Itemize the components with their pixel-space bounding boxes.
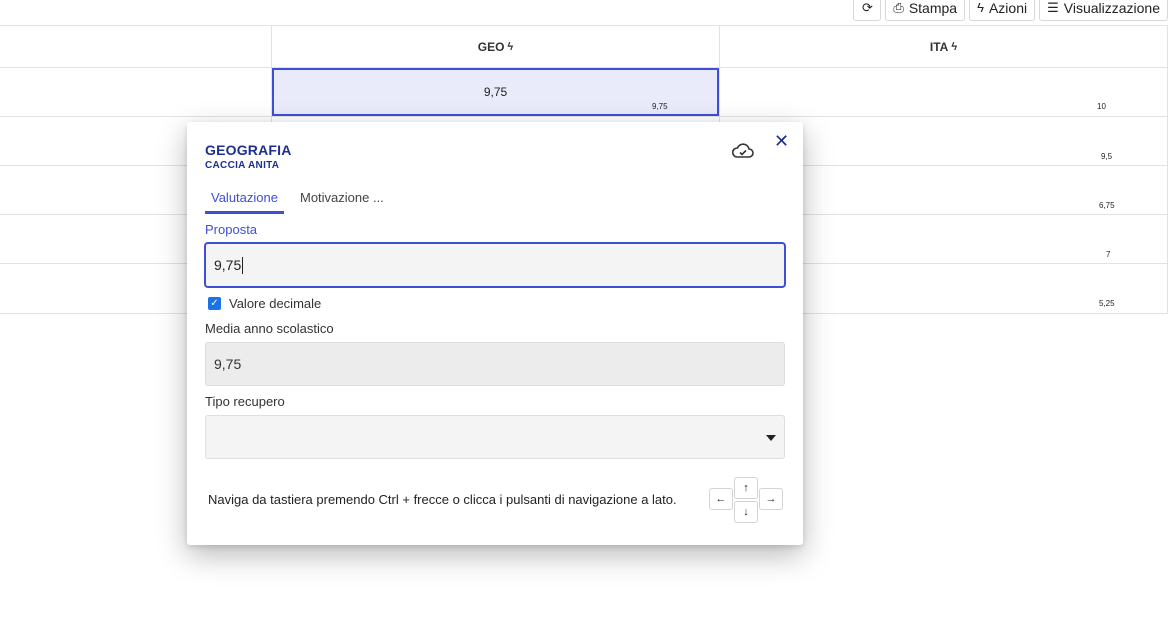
decimal-checkbox[interactable]: ✓ (208, 297, 221, 310)
print-label: Stampa (908, 0, 958, 16)
grade-cell-ita[interactable]: 10 (720, 68, 1168, 116)
nav-left-button[interactable]: ← (709, 488, 733, 510)
grade-sub-value: 10 (1097, 102, 1106, 111)
recupero-select[interactable] (205, 415, 785, 459)
bolt-icon: ϟ (951, 40, 958, 53)
tab-motivazione[interactable]: Motivazione ... (294, 188, 390, 214)
popup-tabs: Valutazione Motivazione ... (205, 188, 390, 214)
grade-sub-value: 6,75 (1099, 201, 1115, 210)
toolbar: ⟳ ⎙ Stampa ϟ Azioni ☰ Visualizzazione (853, 0, 1168, 21)
caret-down-icon (766, 435, 776, 441)
actions-label: Azioni (988, 0, 1028, 16)
keyboard-hint: Naviga da tastiera premendo Ctrl + frecc… (208, 492, 677, 507)
grade-main-value: 9,75 (483, 85, 508, 99)
actions-button[interactable]: ϟ Azioni (969, 0, 1036, 21)
text-caret (242, 256, 244, 274)
table-header-row: GEO ϟ ITA ϟ (0, 25, 1168, 68)
header-cell-student (0, 26, 272, 67)
proposta-input[interactable]: 9,75 (204, 242, 786, 288)
header-label-ita: ITA (929, 39, 949, 54)
printer-icon: ⎙ (893, 0, 904, 15)
header-label-geo: GEO (477, 39, 505, 54)
recupero-label: Tipo recupero (205, 394, 285, 409)
header-cell-ita[interactable]: ITA ϟ (720, 26, 1168, 67)
bolt-icon: ϟ (977, 0, 984, 15)
sliders-icon: ☰ (1047, 0, 1059, 15)
grade-sub-value: 9,75 (652, 102, 668, 111)
nav-right-button[interactable]: → (759, 488, 783, 510)
grade-sub-value: 7 (1106, 250, 1111, 259)
grade-sub-value: 9,5 (1101, 152, 1113, 161)
student-cell[interactable] (0, 68, 272, 116)
popup-title: GEOGRAFIA (205, 142, 292, 158)
media-label: Media anno scolastico (205, 321, 334, 336)
view-label: Visualizzazione (1063, 0, 1160, 16)
nav-down-button[interactable]: ↓ (734, 501, 758, 523)
grade-edit-popup: GEOGRAFIA CACCIA ANITA ✕ Valutazione Mot… (187, 122, 803, 545)
refresh-icon: ⟳ (861, 0, 873, 15)
decimal-checkbox-label: Valore decimale (229, 296, 322, 311)
media-value: 9,75 (214, 356, 242, 372)
tab-valutazione[interactable]: Valutazione (205, 188, 284, 214)
close-icon[interactable]: ✕ (774, 132, 789, 150)
print-button[interactable]: ⎙ Stampa (885, 0, 966, 21)
nav-up-button[interactable]: ↑ (734, 477, 758, 499)
view-button[interactable]: ☰ Visualizzazione (1039, 0, 1168, 21)
proposta-value: 9,75 (214, 257, 242, 273)
refresh-button[interactable]: ⟳ (853, 0, 882, 21)
media-field: 9,75 (205, 342, 785, 386)
bolt-icon: ϟ (507, 40, 514, 53)
popup-subtitle: CACCIA ANITA (205, 160, 280, 171)
header-cell-geo[interactable]: GEO ϟ (272, 26, 720, 67)
selected-grade-cell[interactable]: 9,75 9,75 (272, 68, 719, 116)
decimal-checkbox-row: ✓ Valore decimale (208, 296, 321, 311)
cloud-check-icon[interactable] (731, 141, 755, 161)
proposta-label: Proposta (205, 222, 258, 237)
grade-sub-value: 5,25 (1099, 299, 1115, 308)
